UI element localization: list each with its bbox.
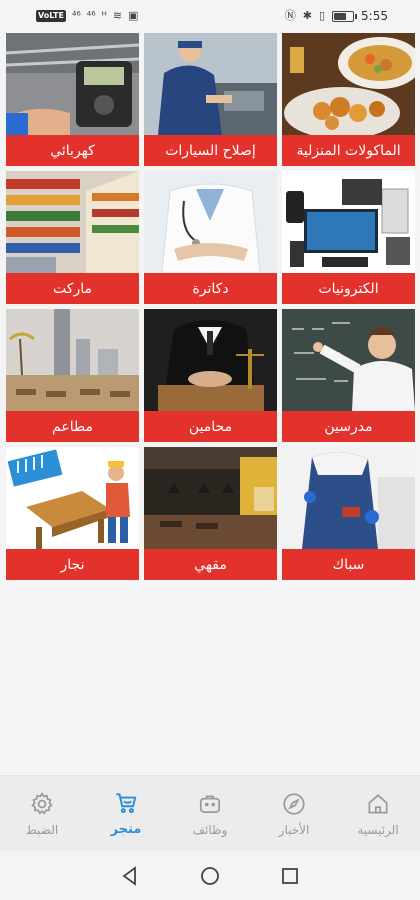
battery-level: [334, 12, 347, 20]
tile-label: مدرسين: [282, 411, 415, 442]
supermarket-photo: [6, 171, 139, 273]
tile-electrician[interactable]: كهربائي: [6, 33, 139, 166]
tile-restaurants[interactable]: مطاعم: [6, 309, 139, 442]
nfc-icon: Ⓝ: [284, 9, 296, 22]
electronics-photo: [282, 171, 415, 273]
battery-icon: [332, 10, 358, 22]
briefcase-icon: [199, 795, 221, 813]
nav-label: الرئيسية: [357, 822, 399, 837]
tile-label: مطاعم: [6, 411, 139, 442]
gear-icon: [31, 791, 53, 815]
tile-market[interactable]: ماركت: [6, 171, 139, 304]
tile-label: الماكولات المنزلية: [282, 135, 415, 166]
tile-label: الكترونيات: [282, 273, 415, 304]
tile-label: كهربائي: [6, 135, 139, 166]
wifi-icon: ≋: [112, 9, 123, 22]
cafe-photo: [144, 447, 277, 549]
nav-jobs[interactable]: وظائف: [168, 776, 252, 851]
nav-settings[interactable]: الضبط: [0, 776, 84, 851]
tile-label: إصلاح السيارات: [144, 135, 277, 166]
hplus-signal-icon: ᴴ: [101, 9, 107, 22]
home-food-photo: [282, 33, 415, 135]
status-time: 5:55: [361, 9, 388, 23]
tile-cafe[interactable]: مقهي: [144, 447, 277, 580]
volte-icon: VoLTE: [36, 10, 66, 22]
home-icon: [368, 793, 388, 814]
system-nav: [0, 851, 420, 900]
message-icon: ▣: [128, 9, 139, 22]
category-grid: الماكولات المنزلية إصلاح السيارات كهربائ…: [6, 33, 415, 580]
tile-label: سباك: [282, 549, 415, 580]
tile-home-food[interactable]: الماكولات المنزلية: [282, 33, 415, 166]
teacher-photo: [282, 309, 415, 411]
bluetooth-icon: ✱: [302, 9, 312, 22]
status-left-icons: VoLTE ⁴⁶ ⁴⁶ ᴴ ≋ ▣: [36, 10, 138, 22]
bottom-nav: الضبط متجر وظائف الأخبار الرئيسية: [0, 775, 420, 851]
nav-label: الأخبار: [278, 822, 310, 837]
tile-label: مقهي: [144, 549, 277, 580]
mechanic-photo: [144, 33, 277, 135]
nav-label: متجر: [110, 822, 142, 837]
carpenter-illustration: [6, 447, 139, 549]
nav-label: وظائف: [192, 822, 228, 837]
tile-teachers[interactable]: مدرسين: [282, 309, 415, 442]
nav-label: الضبط: [25, 822, 59, 837]
recents-icon[interactable]: [278, 864, 302, 888]
doctor-photo: [144, 171, 277, 273]
tile-label: ماركت: [6, 273, 139, 304]
plumber-photo: [282, 447, 415, 549]
tile-doctors[interactable]: دكاترة: [144, 171, 277, 304]
tile-electronics[interactable]: الكترونيات: [282, 171, 415, 304]
signal-bars-icon: ⁴⁶: [86, 9, 96, 22]
tile-car-repair[interactable]: إصلاح السيارات: [144, 33, 277, 166]
electrician-photo: [6, 33, 139, 135]
nav-home[interactable]: الرئيسية: [336, 776, 420, 851]
tile-label: نجار: [6, 549, 139, 580]
city-restaurant-photo: [6, 309, 139, 411]
back-icon[interactable]: [118, 864, 142, 888]
status-bar: VoLTE ⁴⁶ ⁴⁶ ᴴ ≋ ▣ Ⓝ ✱ ▯ 5:55: [0, 0, 420, 32]
signal-4g-icon: ⁴⁶: [71, 9, 81, 22]
vibrate-icon: ▯: [318, 9, 326, 22]
nav-store[interactable]: متجر: [84, 776, 168, 851]
tile-label: محامين: [144, 411, 277, 442]
tile-carpenter[interactable]: نجار: [6, 447, 139, 580]
cart-icon: [116, 793, 137, 814]
tile-plumber[interactable]: سباك: [282, 447, 415, 580]
tile-label: دكاترة: [144, 273, 277, 304]
nav-news[interactable]: الأخبار: [252, 776, 336, 851]
compass-icon: [283, 792, 305, 815]
tile-lawyers[interactable]: محامين: [144, 309, 277, 442]
status-right-icons: Ⓝ ✱ ▯ 5:55: [285, 9, 388, 23]
home-circle-icon[interactable]: [198, 864, 222, 888]
lawyer-photo: [144, 309, 277, 411]
